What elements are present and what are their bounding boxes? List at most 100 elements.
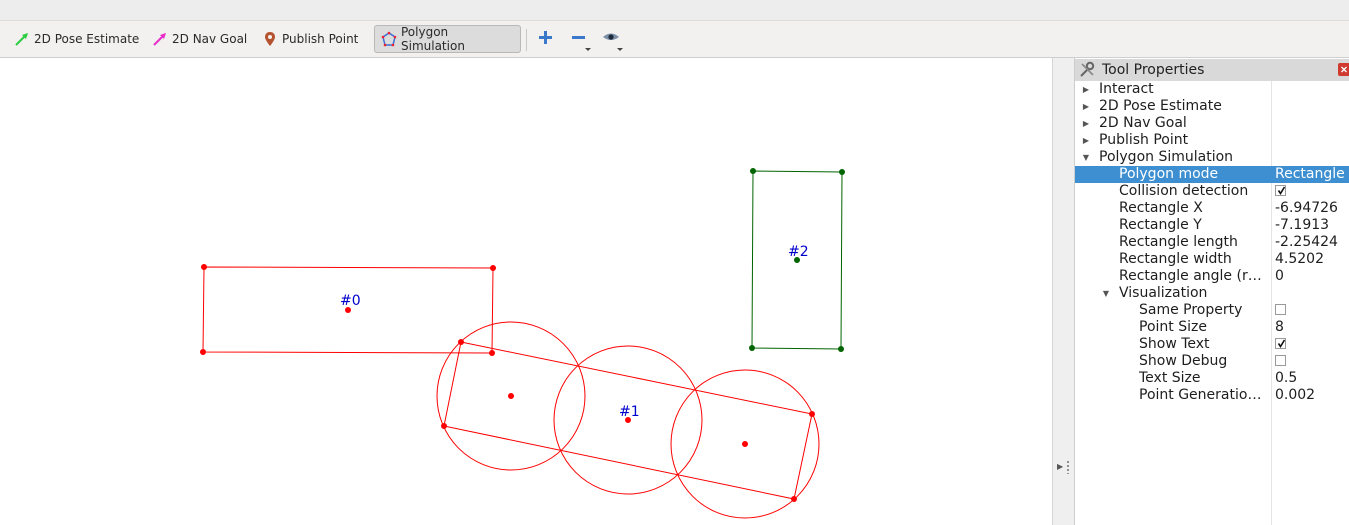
property-value[interactable]: 0.002 (1275, 387, 1349, 404)
property-value[interactable]: 4.5202 (1275, 251, 1349, 268)
remove-tool-icon[interactable] (567, 27, 591, 51)
map-pin-icon (262, 31, 278, 47)
property-value[interactable]: -6.94726 (1275, 200, 1349, 217)
panel-title-bar: Tool Properties (1075, 59, 1349, 81)
checkbox-checked[interactable] (1275, 185, 1286, 196)
polygon-0-vertex[interactable] (489, 350, 495, 356)
property-name: Rectangle X (1119, 200, 1203, 216)
property-name: Interact (1099, 81, 1154, 97)
property-row[interactable]: ▼ Polygon Simulation (1075, 149, 1349, 166)
property-name: 2D Nav Goal (1099, 115, 1187, 131)
property-value[interactable]: 0.5 (1275, 370, 1349, 387)
property-name: Collision detection (1119, 183, 1249, 199)
property-row[interactable]: Collision detection (1075, 183, 1349, 200)
tool-publish-point[interactable]: Publish Point (256, 25, 364, 53)
add-tool-icon[interactable] (534, 27, 558, 51)
splitter-grip-icon[interactable] (1067, 460, 1069, 474)
property-row[interactable]: Text Size 0.5 (1075, 370, 1349, 387)
collapse-arrow-icon[interactable]: ▶ (1057, 462, 1063, 471)
property-value[interactable]: 8 (1275, 319, 1349, 336)
polygon-2-vertex[interactable] (839, 169, 845, 175)
polygon-icon (381, 31, 397, 47)
tool-polygon-simulation[interactable]: Polygon Simulation (374, 25, 521, 53)
polygon-2-vertex[interactable] (749, 345, 755, 351)
property-row[interactable]: ▶ Interact (1075, 81, 1349, 98)
tool-2d-pose-estimate[interactable]: 2D Pose Estimate (8, 25, 145, 53)
property-row[interactable]: ▶ Publish Point (1075, 132, 1349, 149)
property-row[interactable]: Point Generatio… 0.002 (1075, 387, 1349, 404)
tool-label: Polygon Simulation (401, 25, 465, 53)
collision-circle-center (742, 441, 748, 447)
property-row[interactable]: Rectangle length -2.25424 (1075, 234, 1349, 251)
green-arrow-icon (14, 31, 30, 47)
title-strip (0, 0, 1349, 21)
tool-properties-panel: Tool Properties ▶ Interact ▶ 2D Pose Estima… (1074, 58, 1349, 525)
property-name: Point Generatio… (1139, 387, 1262, 403)
scene-canvas[interactable]: #0 #1 #2 (0, 58, 1052, 525)
property-row[interactable]: Rectangle angle (rad) 0 (1075, 268, 1349, 285)
property-name: Text Size (1139, 370, 1201, 386)
polygon-2-vertex[interactable] (750, 168, 756, 174)
property-row[interactable]: ▼ Visualization (1075, 285, 1349, 302)
close-icon[interactable] (1338, 63, 1349, 76)
polygon-1-vertex[interactable] (441, 423, 447, 429)
tool-label: 2D Nav Goal (172, 32, 248, 46)
tool-label: 2D Pose Estimate (34, 32, 140, 46)
property-row[interactable]: Rectangle width 4.5202 (1075, 251, 1349, 268)
property-name: Polygon mode (1119, 166, 1219, 182)
property-tree: ▶ Interact ▶ 2D Pose Estimate ▶ 2D Nav Goal ▶ P… (1075, 81, 1349, 404)
polygon-1-vertex[interactable] (791, 496, 797, 502)
property-name: Rectangle width (1119, 251, 1232, 267)
property-name: Rectangle Y (1119, 217, 1202, 233)
expand-arrow-icon[interactable]: ▼ (1101, 285, 1111, 302)
panel-splitter[interactable]: ▶ (1052, 58, 1075, 525)
expand-arrow-icon[interactable]: ▼ (1081, 149, 1091, 166)
polygon-0-vertex[interactable] (201, 264, 207, 270)
property-row[interactable]: Polygon mode Rectangle (1075, 166, 1349, 183)
property-name: Same Property (1139, 302, 1243, 318)
property-row[interactable]: ▶ 2D Pose Estimate (1075, 98, 1349, 115)
toolbar-separator (526, 29, 527, 51)
property-name: Rectangle angle (rad) (1119, 268, 1269, 284)
property-row[interactable]: Show Text (1075, 336, 1349, 353)
eye-icon[interactable] (600, 27, 624, 51)
checkbox-checked[interactable] (1275, 338, 1286, 349)
polygon-2-vertex[interactable] (838, 346, 844, 352)
property-row[interactable]: Point Size 8 (1075, 319, 1349, 336)
property-row[interactable]: Show Debug (1075, 353, 1349, 370)
collapse-arrow-icon[interactable]: ▶ (1081, 98, 1091, 115)
tools-icon (1080, 61, 1095, 77)
property-row[interactable]: Rectangle Y -7.1913 (1075, 217, 1349, 234)
property-name: Visualization (1119, 285, 1208, 301)
collision-circle-center (508, 393, 514, 399)
property-name: Show Text (1139, 336, 1210, 352)
property-name: 2D Pose Estimate (1099, 98, 1222, 114)
property-row[interactable]: Same Property (1075, 302, 1349, 319)
polygon-2-label: #2 (788, 244, 809, 260)
polygon-0-vertex[interactable] (200, 349, 206, 355)
magenta-arrow-icon (152, 31, 168, 47)
collapse-arrow-icon[interactable]: ▶ (1081, 81, 1091, 98)
tool-label: Publish Point (282, 32, 359, 46)
property-name: Publish Point (1099, 132, 1189, 148)
checkbox-unchecked[interactable] (1275, 355, 1286, 366)
property-value[interactable]: -2.25424 (1275, 234, 1349, 251)
render-viewport[interactable]: #0 #1 #2 (0, 58, 1052, 525)
property-row[interactable]: Rectangle X -6.94726 (1075, 200, 1349, 217)
polygon-0-label: #0 (340, 293, 361, 309)
property-value[interactable]: -7.1913 (1275, 217, 1349, 234)
collapse-arrow-icon[interactable]: ▶ (1081, 115, 1091, 132)
polygon-1-vertex[interactable] (809, 411, 815, 417)
polygon-1-vertex[interactable] (458, 339, 464, 345)
checkbox-unchecked[interactable] (1275, 304, 1286, 315)
polygon-1-label: #1 (619, 404, 640, 420)
collapse-arrow-icon[interactable]: ▶ (1081, 132, 1091, 149)
toolbar: 2D Pose Estimate 2D Nav Goal Publish Poi… (0, 21, 1349, 58)
property-row[interactable]: ▶ 2D Nav Goal (1075, 115, 1349, 132)
property-value[interactable]: Rectangle (1275, 166, 1349, 183)
property-name: Rectangle length (1119, 234, 1238, 250)
property-name: Point Size (1139, 319, 1207, 335)
property-value[interactable]: 0 (1275, 268, 1349, 285)
polygon-0-vertex[interactable] (490, 265, 496, 271)
tool-2d-nav-goal[interactable]: 2D Nav Goal (146, 25, 253, 53)
